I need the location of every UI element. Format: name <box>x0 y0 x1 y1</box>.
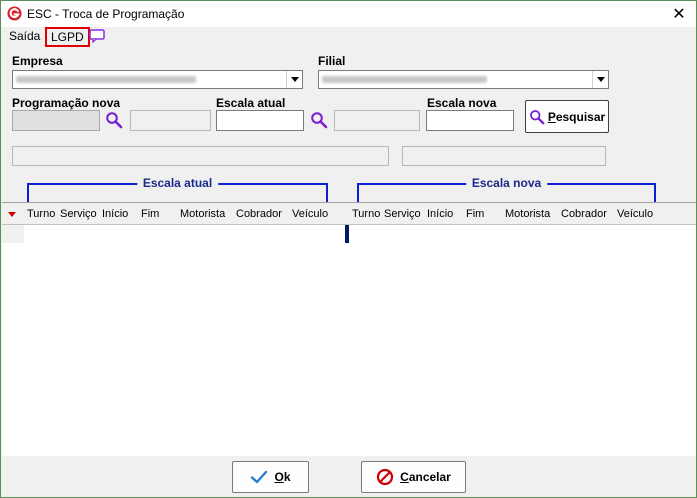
row-indicator <box>2 225 24 243</box>
title-bar: ESC - Troca de Programação ✕ <box>1 1 696 27</box>
grid-header: Turno Serviço Início Fim Motorista Cobra… <box>2 203 696 225</box>
close-icon: ✕ <box>672 6 686 23</box>
window-title: ESC - Troca de Programação <box>27 7 185 21</box>
col-servico-atual[interactable]: Serviço <box>60 208 97 220</box>
footer-bar <box>1 456 696 497</box>
col-veiculo-nova[interactable]: Veículo <box>617 208 653 220</box>
group-escala-nova-title: Escala nova <box>465 176 548 190</box>
ok-button[interactable]: Ok <box>232 461 309 493</box>
filial-value-redacted <box>322 76 487 83</box>
group-escala-atual: Escala atual <box>27 176 328 203</box>
filial-label: Filial <box>318 54 346 68</box>
escala-atual-field[interactable] <box>216 110 304 131</box>
empresa-dropdown-button[interactable] <box>286 71 302 88</box>
empresa-select[interactable] <box>12 70 303 89</box>
col-turno-atual[interactable]: Turno <box>27 208 55 220</box>
search-icon <box>529 109 545 124</box>
col-cobrador-atual[interactable]: Cobrador <box>236 208 282 220</box>
programacao-nova-field[interactable] <box>12 110 100 131</box>
search-escala-atual-icon[interactable] <box>310 111 328 129</box>
col-veiculo-atual[interactable]: Veículo <box>292 208 328 220</box>
chevron-down-icon <box>596 77 605 82</box>
pesquisar-mnemonic: P <box>547 109 556 124</box>
app-logo-icon <box>7 6 22 21</box>
check-icon <box>251 470 268 484</box>
empresa-label: Empresa <box>12 54 63 68</box>
escala-nova-info-field <box>402 146 606 166</box>
cancelar-label: ancelar <box>408 470 451 484</box>
col-motorista-atual[interactable]: Motorista <box>180 208 225 220</box>
escala-nova-field[interactable] <box>426 110 514 131</box>
group-escala-nova: Escala nova <box>357 176 656 203</box>
pesquisar-button[interactable]: Pesquisar <box>525 100 609 133</box>
col-motorista-nova[interactable]: Motorista <box>505 208 550 220</box>
escala-nova-label: Escala nova <box>427 96 497 110</box>
grid-column-separator <box>345 225 349 243</box>
col-fim-nova[interactable]: Fim <box>466 208 484 220</box>
cancelar-button[interactable]: Cancelar <box>361 461 466 493</box>
col-servico-nova[interactable]: Serviço <box>384 208 421 220</box>
escala-atual-description <box>334 110 420 131</box>
cancelar-mnemonic: C <box>400 470 409 484</box>
escala-atual-label: Escala atual <box>216 96 286 110</box>
menu-bar: Saída LGPD <box>1 27 696 47</box>
menu-item-saida[interactable]: Saída <box>9 29 40 43</box>
col-cobrador-nova[interactable]: Cobrador <box>561 208 607 220</box>
col-fim-atual[interactable]: Fim <box>141 208 159 220</box>
group-escala-atual-title: Escala atual <box>136 176 219 190</box>
programacao-nova-description <box>130 110 211 131</box>
sort-indicator-icon[interactable] <box>8 212 16 217</box>
ok-label: k <box>283 470 291 484</box>
col-turno-nova[interactable]: Turno <box>352 208 380 220</box>
pesquisar-label: esquisar <box>555 109 606 124</box>
cancel-icon <box>377 468 394 486</box>
programacao-nova-label: Programação nova <box>12 96 121 110</box>
empresa-value-redacted <box>16 76 196 83</box>
menu-item-lgpd[interactable]: LGPD <box>45 27 90 47</box>
close-button[interactable]: ✕ <box>662 1 696 27</box>
ok-mnemonic: O <box>274 470 284 484</box>
chevron-down-icon <box>290 77 299 82</box>
filial-select[interactable] <box>318 70 609 89</box>
chat-icon[interactable] <box>89 29 105 43</box>
main-window: ESC - Troca de Programação ✕ Saída LGPD … <box>0 0 697 498</box>
programacao-grid[interactable]: Turno Serviço Início Fim Motorista Cobra… <box>2 202 696 456</box>
col-inicio-atual[interactable]: Início <box>102 208 128 220</box>
escala-atual-info-field <box>12 146 389 166</box>
filial-dropdown-button[interactable] <box>592 71 608 88</box>
search-programacao-icon[interactable] <box>105 111 123 129</box>
col-inicio-nova[interactable]: Início <box>427 208 453 220</box>
